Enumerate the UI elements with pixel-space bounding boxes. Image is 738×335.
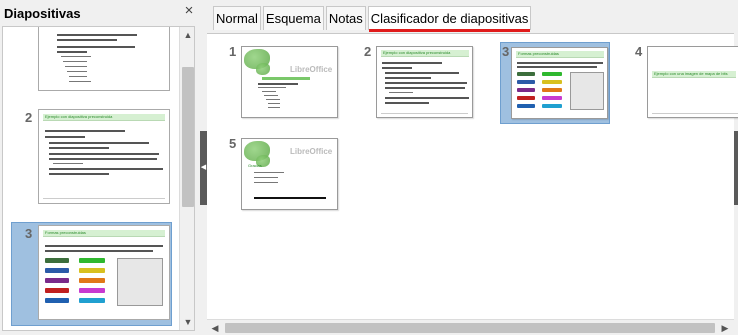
scroll-thumb[interactable] <box>182 67 194 207</box>
slide-thumbnail[interactable]: Formas preconstruidas <box>511 47 608 119</box>
slide-number: 4 <box>635 44 643 59</box>
slide-thumbnail[interactable]: LibreOffice <box>241 46 338 118</box>
chevron-right-icon[interactable]: ▶ <box>717 320 733 335</box>
sorter-hscrollbar[interactable]: ◀ ▶ <box>207 319 734 335</box>
slide-number: 3 <box>25 226 33 241</box>
slide-title: Ejemplo con una imagen de mapa de bits <box>654 71 728 76</box>
tab-clasificador[interactable]: Clasificador de diapositivas <box>367 6 532 32</box>
slide-number: 1 <box>229 44 237 59</box>
slide-number: 2 <box>25 110 33 125</box>
slide-number: 5 <box>229 136 237 151</box>
slide-thumbnail[interactable]: Ejemplo con diapositiva preconstruida <box>38 109 170 204</box>
slide-pane-scrollbar[interactable]: ▲ ▼ <box>179 27 194 330</box>
collapse-left-icon[interactable]: ◀ <box>200 131 207 205</box>
chevron-left-icon[interactable]: ◀ <box>207 320 223 335</box>
slide-thumbnail[interactable]: Ejemplo con diapositiva preconstruida <box>376 46 473 118</box>
slide-thumbnail[interactable]: LibreOffice Gracias <box>241 138 338 210</box>
close-icon[interactable]: × <box>182 3 196 18</box>
tab-normal[interactable]: Normal <box>213 6 261 30</box>
slide-title: Formas preconstruidas <box>518 51 559 56</box>
scroll-thumb[interactable] <box>225 323 715 333</box>
slide-title: Formas preconstruidas <box>45 230 86 235</box>
libreoffice-logo: LibreOffice <box>290 147 333 156</box>
slide-thumbnail[interactable]: Ejemplo con una imagen de mapa de bits <box>647 46 738 118</box>
tab-esquema[interactable]: Esquema <box>262 6 324 30</box>
slide-number: 2 <box>364 44 372 59</box>
right-pane-handle[interactable] <box>734 131 738 205</box>
slide-thumbnail[interactable]: Formas preconstruidas <box>38 225 170 320</box>
slide-pane: Diapositivas × 2 Ejemplo con diapositiva… <box>0 0 199 335</box>
tab-notas[interactable]: Notas <box>325 6 366 30</box>
slide-title: Gracias <box>248 163 262 168</box>
libreoffice-logo: LibreOffice <box>290 65 333 74</box>
slide-pane-list[interactable]: 2 Ejemplo con diapositiva preconstruida … <box>2 26 195 331</box>
slide-number: 3 <box>502 44 510 59</box>
slide-thumbnail[interactable] <box>38 27 170 91</box>
slide-title: Ejemplo con diapositiva preconstruida <box>45 114 113 119</box>
view-tabs: Normal Esquema Notas Clasificador de dia… <box>213 6 533 32</box>
chevron-up-icon[interactable]: ▲ <box>180 27 194 43</box>
chevron-down-icon[interactable]: ▼ <box>180 314 194 330</box>
slide-title: Ejemplo con diapositiva preconstruida <box>383 50 451 55</box>
slide-pane-title: Diapositivas <box>4 6 81 21</box>
slide-sorter[interactable]: 1 LibreOffice 2 Ejemplo con diapositiva … <box>207 33 738 335</box>
